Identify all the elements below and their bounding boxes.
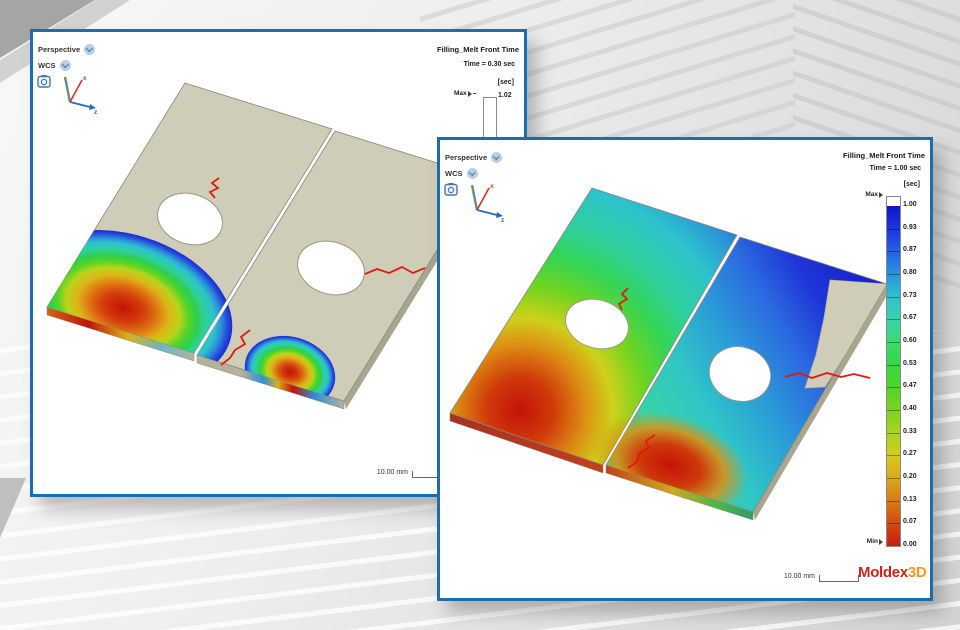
max-arrow-icon — [468, 91, 472, 97]
max-arrow-icon — [879, 192, 883, 198]
scale-bar-label: 10.00 mm — [740, 573, 815, 580]
chevron-down-icon[interactable] — [60, 60, 71, 71]
legend-tick-mark — [887, 501, 900, 502]
coordinate-system-dropdown[interactable]: WCS — [38, 60, 71, 71]
logo-brand-text: Moldex — [858, 564, 908, 581]
unit-label: [sec] — [498, 79, 514, 86]
view-mode-dropdown[interactable]: Perspective — [38, 44, 95, 55]
legend-tick-mark — [887, 523, 900, 524]
logo-suffix-text: 3D — [908, 564, 927, 581]
legend-tick-label: 0.67 — [903, 314, 917, 322]
legend-tick-label: 0.40 — [903, 405, 917, 413]
coordinate-system-label: WCS — [445, 169, 463, 178]
legend-max-label: Max — [454, 90, 476, 97]
legend-colorbar-gradient — [887, 206, 900, 546]
time-label: Time = 1.00 sec — [870, 165, 921, 172]
legend-colorbar-cap — [887, 197, 900, 206]
legend-tick-label: 0.87 — [903, 246, 917, 254]
moldex3d-logo: Moldex3D — [858, 564, 926, 581]
legend-tick-label: 0.13 — [903, 496, 917, 504]
legend-tick-mark — [887, 274, 900, 275]
min-arrow-icon — [879, 539, 883, 545]
unit-label: [sec] — [904, 181, 920, 188]
axis-z-label: z — [501, 217, 505, 223]
legend-max-label: Max — [858, 191, 883, 198]
result-title: Filling_Melt Front Time — [437, 45, 519, 54]
view-mode-label: Perspective — [38, 45, 80, 54]
legend-min-label: Min — [848, 538, 883, 545]
background-bottom-wedge — [0, 478, 30, 542]
coordinate-system-label: WCS — [38, 61, 56, 70]
legend-tick-label: 0.93 — [903, 224, 917, 232]
view-mode-label: Perspective — [445, 153, 487, 162]
legend-tick-label: 0.33 — [903, 428, 917, 436]
legend-tick-label: 1.00 — [903, 201, 917, 209]
legend-tick-mark — [887, 342, 900, 343]
legend-tick-label: 0.80 — [903, 269, 917, 277]
legend-colorbar — [886, 196, 901, 547]
camera-icon[interactable] — [37, 74, 51, 88]
axis-x-label: x — [83, 75, 87, 82]
coordinate-system-dropdown[interactable]: WCS — [445, 168, 478, 179]
legend-tick-label: 0.73 — [903, 292, 917, 300]
legend-tick-label: 0.20 — [903, 473, 917, 481]
legend-tick-mark — [887, 478, 900, 479]
time-label: Time = 0.30 sec — [464, 61, 515, 68]
camera-icon[interactable] — [444, 182, 458, 196]
legend-tick-mark — [887, 319, 900, 320]
legend-tick-label: 0.00 — [903, 541, 917, 549]
legend-tick-label: 0.07 — [903, 518, 917, 526]
chevron-down-icon[interactable] — [84, 44, 95, 55]
legend-tick-mark — [887, 433, 900, 434]
legend-tick-mark — [887, 229, 900, 230]
legend-tick-mark — [887, 251, 900, 252]
legend-tick-mark — [887, 387, 900, 388]
viewport-window-front[interactable]: Perspective WCS x z Filling_Melt Front T… — [437, 137, 933, 601]
legend-tick-mark — [887, 297, 900, 298]
axis-triad-icon: x z — [55, 73, 101, 115]
result-title: Filling_Melt Front Time — [843, 151, 925, 160]
axis-x-label: x — [490, 183, 494, 190]
legend-tick-label: 0.47 — [903, 382, 917, 390]
legend-tick-label: 0.27 — [903, 450, 917, 458]
axis-z-label: z — [94, 109, 98, 115]
legend-tick-label: 0.53 — [903, 360, 917, 368]
3d-viewport-scene[interactable] — [440, 140, 930, 598]
legend-max-value: 1.02 — [498, 92, 512, 99]
legend-tick-mark — [887, 365, 900, 366]
legend-tick-mark — [887, 455, 900, 456]
legend-tick-mark — [887, 410, 900, 411]
chevron-down-icon[interactable] — [467, 168, 478, 179]
scale-bar-label: 10.00 mm — [353, 469, 408, 476]
legend-tick-label: 0.60 — [903, 337, 917, 345]
view-mode-dropdown[interactable]: Perspective — [445, 152, 502, 163]
chevron-down-icon[interactable] — [491, 152, 502, 163]
scale-bar — [819, 575, 859, 582]
axis-triad-icon: x z — [462, 181, 508, 223]
